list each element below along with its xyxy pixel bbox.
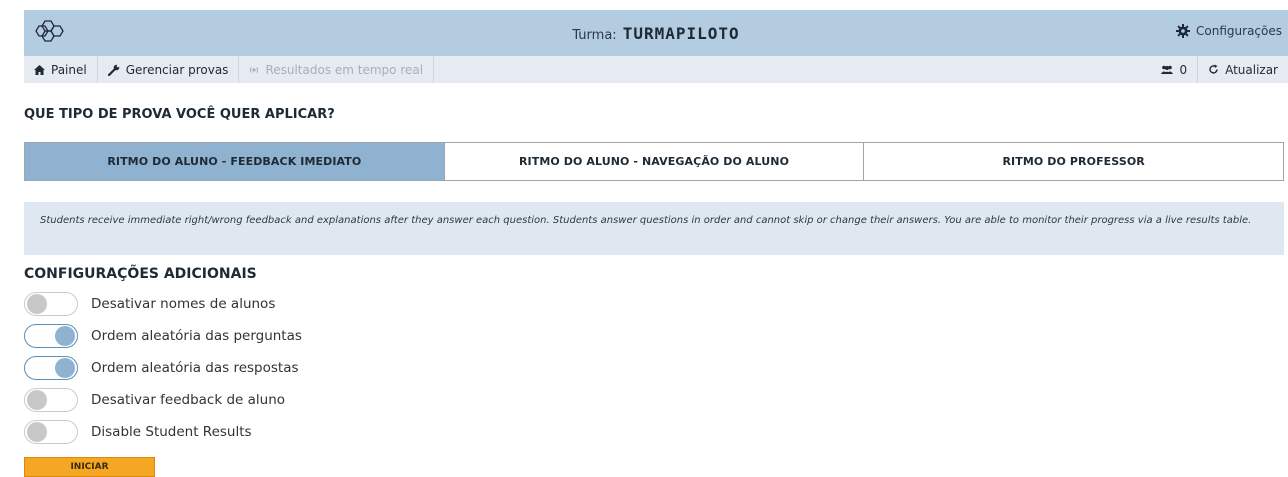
- top-header: Turma: TURMAPILOTO Configurações: [24, 10, 1288, 56]
- option-label: Disable Student Results: [91, 424, 252, 440]
- nav-dashboard[interactable]: Painel: [24, 56, 98, 83]
- quiz-type-description: Students receive immediate right/wrong f…: [24, 202, 1284, 255]
- nav-live-results[interactable]: Resultados em tempo real: [239, 56, 435, 83]
- refresh-icon: [1209, 64, 1218, 74]
- toggle-knob: [27, 294, 47, 314]
- gear-icon: [1176, 24, 1191, 38]
- option-shuffle-questions: Ordem aleatória das perguntas: [24, 324, 302, 348]
- tab-teacher-paced[interactable]: RITMO DO PROFESSOR: [864, 143, 1284, 180]
- option-label: Ordem aleatória das perguntas: [91, 328, 302, 344]
- home-icon: [34, 64, 45, 75]
- refresh-label: Atualizar: [1225, 62, 1278, 77]
- start-button[interactable]: INICIAR: [24, 457, 155, 477]
- tab-student-paced-immediate-feedback[interactable]: RITMO DO ALUNO - FEEDBACK IMEDIATO: [25, 143, 445, 180]
- refresh-button[interactable]: Atualizar: [1197, 56, 1288, 83]
- wrench-icon: [107, 64, 120, 76]
- toggle-disable-student-names[interactable]: [24, 292, 78, 316]
- option-shuffle-answers: Ordem aleatória das respostas: [24, 356, 299, 380]
- toggle-knob: [55, 326, 75, 346]
- nav-manage-quizzes-label: Gerenciar provas: [125, 62, 229, 77]
- users-icon: [1161, 65, 1174, 74]
- toggle-shuffle-answers[interactable]: [24, 356, 78, 380]
- quiz-type-tabs: RITMO DO ALUNO - FEEDBACK IMEDIATO RITMO…: [24, 142, 1284, 181]
- additional-settings-heading: CONFIGURAÇÕES ADICIONAIS: [24, 266, 257, 282]
- toggle-knob: [27, 390, 47, 410]
- class-label: Turma:: [572, 28, 617, 43]
- tab-student-paced-student-navigation[interactable]: RITMO DO ALUNO - NAVEGAÇÃO DO ALUNO: [444, 143, 865, 180]
- live-results-icon: [250, 66, 259, 73]
- option-disable-student-results: Disable Student Results: [24, 420, 252, 444]
- class-title: Turma: TURMAPILOTO: [24, 24, 1288, 43]
- option-disable-student-names: Desativar nomes de alunos: [24, 292, 275, 316]
- option-label: Desativar feedback de aluno: [91, 392, 286, 408]
- option-disable-student-feedback: Desativar feedback de aluno: [24, 388, 285, 412]
- option-label: Desativar nomes de alunos: [91, 296, 276, 312]
- nav-dashboard-label: Painel: [51, 62, 87, 77]
- option-label: Ordem aleatória das respostas: [91, 360, 299, 376]
- toggle-shuffle-questions[interactable]: [24, 324, 78, 348]
- students-count[interactable]: 0: [1151, 56, 1197, 83]
- settings-label: Configurações: [1196, 24, 1282, 38]
- toggle-disable-student-results[interactable]: [24, 420, 78, 444]
- nav-right-group: 0 Atualizar: [1151, 56, 1288, 83]
- students-count-value: 0: [1179, 62, 1188, 77]
- settings-button[interactable]: Configurações: [1176, 24, 1282, 38]
- toggle-knob: [27, 422, 47, 442]
- nav-bar: Painel Gerenciar provas Resultados em te…: [24, 56, 1288, 83]
- toggle-knob: [55, 358, 75, 378]
- class-code: TURMAPILOTO: [622, 24, 740, 43]
- quiz-type-heading: QUE TIPO DE PROVA VOCÊ QUER APLICAR?: [24, 107, 335, 122]
- nav-live-results-label: Resultados em tempo real: [265, 62, 424, 77]
- nav-manage-quizzes[interactable]: Gerenciar provas: [98, 56, 240, 83]
- toggle-disable-student-feedback[interactable]: [24, 388, 78, 412]
